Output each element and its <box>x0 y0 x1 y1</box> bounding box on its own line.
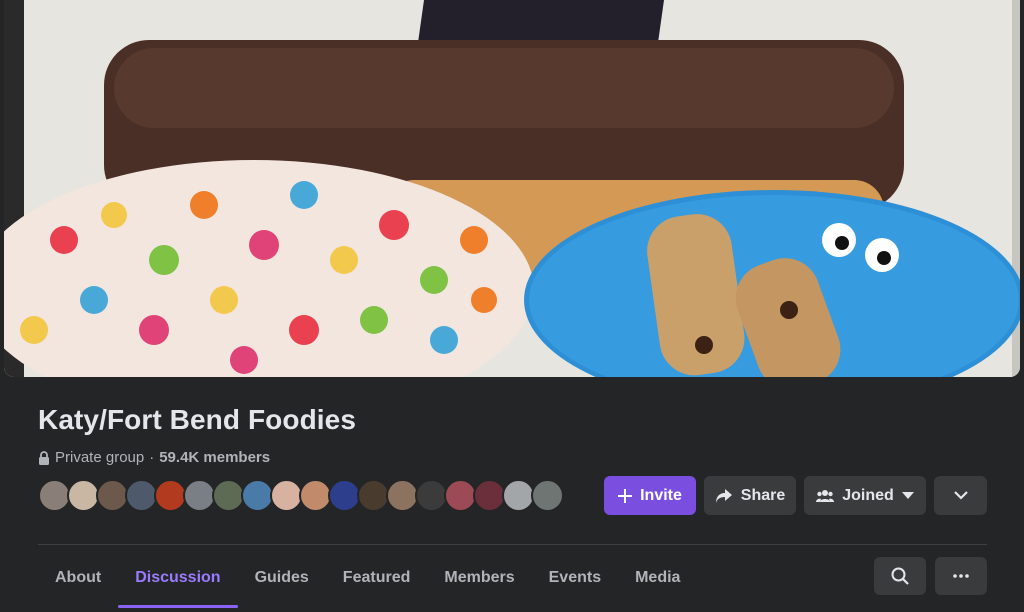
joined-button[interactable]: Joined <box>804 476 926 515</box>
more-options-button[interactable] <box>935 557 987 595</box>
tab-events[interactable]: Events <box>532 554 618 602</box>
tab-about[interactable]: About <box>38 554 118 602</box>
share-arrow-icon <box>715 488 732 503</box>
meta-separator: · <box>149 449 155 466</box>
header-divider <box>38 544 987 545</box>
group-tabs: About Discussion Guides Featured Members… <box>38 554 697 612</box>
tab-media[interactable]: Media <box>618 554 697 602</box>
lock-icon <box>39 450 49 465</box>
plus-icon <box>618 488 633 503</box>
search-icon <box>891 567 909 585</box>
joined-label: Joined <box>842 486 894 504</box>
share-button[interactable]: Share <box>704 476 796 515</box>
group-meta: Private group · 59.4K members <box>38 449 270 466</box>
cover-photo[interactable] <box>4 0 1020 377</box>
search-button[interactable] <box>874 557 926 595</box>
chevron-down-icon <box>953 491 968 500</box>
share-label: Share <box>740 486 786 504</box>
expand-button[interactable] <box>934 476 987 515</box>
tab-discussion[interactable]: Discussion <box>118 554 238 608</box>
more-dots-icon <box>953 574 969 578</box>
tab-guides[interactable]: Guides <box>238 554 326 602</box>
tab-members[interactable]: Members <box>427 554 531 602</box>
group-people-icon <box>816 489 835 502</box>
member-avatar[interactable] <box>531 479 564 512</box>
member-count[interactable]: 59.4K members <box>159 449 270 466</box>
invite-label: Invite <box>640 486 682 504</box>
caret-down-icon <box>901 491 914 499</box>
invite-button[interactable]: Invite <box>604 476 696 515</box>
group-name: Katy/Fort Bend Foodies <box>38 404 356 435</box>
tab-featured[interactable]: Featured <box>326 554 428 602</box>
privacy-label[interactable]: Private group <box>55 449 144 466</box>
member-avatars[interactable] <box>38 479 564 512</box>
